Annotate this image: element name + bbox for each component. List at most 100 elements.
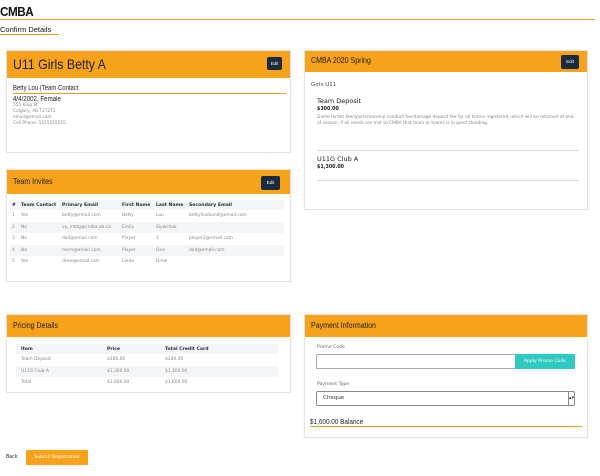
table-cell: Drew — [156, 259, 168, 265]
table-cell: Player — [120, 244, 154, 256]
table-cell: One — [154, 244, 187, 256]
table-cell — [187, 221, 284, 233]
season-card-header: CMBA 2020 Spring Edit — [305, 51, 587, 72]
table-row: Team Deposit $300.00 $300.00 — [16, 354, 278, 366]
table-cell: Yes — [21, 259, 29, 265]
table-cell: No — [21, 236, 27, 242]
program-name: Girls U11 — [311, 82, 337, 88]
column-header: Team Contact — [19, 200, 60, 210]
table-cell: 1 — [12, 213, 15, 219]
submit-registration-button[interactable]: Submit Registration — [26, 450, 88, 465]
item-price: $300.00 — [317, 107, 339, 112]
item-name: Team Deposit — [317, 97, 362, 105]
table-row: 1 Yes betty@email.com Betty Lou bettyhus… — [10, 210, 284, 222]
table-cell: Yes — [21, 213, 29, 219]
pricing-card-header: Pricing Details — [7, 315, 290, 337]
team-card-header: U11 Girls Betty A Edit — [7, 51, 290, 78]
brand-logo-text: CMBA — [0, 4, 34, 19]
season-title: CMBA 2020 Spring — [311, 56, 371, 65]
table-cell: $300.00 — [107, 357, 126, 363]
table-row: 5 Yes drew@email.com Linda Drew — [10, 256, 284, 268]
edit-team-button[interactable]: Edit — [267, 57, 282, 70]
table-cell: betty@email.com — [62, 213, 101, 219]
table-cell: 3 — [12, 236, 15, 242]
table-cell: Lou — [156, 213, 164, 219]
table-cell: No — [19, 244, 60, 256]
table-cell — [187, 256, 284, 268]
table-cell: U11G Club A — [16, 365, 105, 377]
item-description: Game forfeit fee/sportsmanship conduct f… — [317, 115, 574, 126]
table-cell: 5 — [12, 259, 15, 265]
balance-total: $1,600.00 Balance — [310, 417, 364, 426]
payment-type-select[interactable]: Cheque ▴▾ — [316, 391, 575, 406]
promo-code-input[interactable] — [316, 354, 519, 369]
column-header: Secondary Email — [187, 200, 284, 210]
table-cell: Betty — [122, 213, 134, 219]
promo-code-label: Promo Code — [317, 345, 345, 350]
table-cell: 4 — [10, 244, 19, 256]
item-divider — [317, 180, 579, 181]
item-divider — [317, 150, 579, 151]
table-row: 4 No mom@email.com Player One dad@email.… — [10, 244, 284, 256]
table-cell: player3@email.com — [189, 236, 233, 242]
team-invites-header: Team Invites Edit — [7, 170, 290, 194]
table-cell: dad@email.com — [187, 244, 284, 256]
column-header: First Name — [120, 200, 154, 210]
column-header: # — [10, 200, 19, 210]
table-cell: bettyhusband@email.com — [189, 213, 247, 219]
table-cell: $1,300.00 — [105, 365, 163, 377]
table-row: 3 No dad@email.com Player 3 player3@emai… — [10, 233, 284, 245]
balance-underline — [310, 426, 582, 427]
table-cell: Player — [122, 236, 136, 242]
table-cell: 3 — [156, 236, 159, 242]
table-row: 2 No vp_mktg@cmba.ab.ca Emily Slywchuk — [10, 221, 284, 233]
table-cell: No — [19, 221, 60, 233]
edit-invites-button[interactable]: Edit — [261, 176, 280, 190]
column-header: Price — [105, 344, 163, 354]
invites-table: # Team Contact Primary Email First Name … — [10, 200, 284, 268]
payment-type-label: Payment Type — [317, 382, 350, 387]
table-row: U11G Club A $1,300.00 $1,300.00 — [16, 365, 278, 377]
table-row: Total $1,600.00 $1,600.00 — [16, 377, 278, 389]
payment-title: Payment Information — [311, 321, 376, 330]
header-divider — [0, 19, 595, 20]
table-cell: Team Deposit — [21, 357, 51, 363]
season-card: CMBA 2020 Spring Edit Girls U11 Team Dep… — [304, 50, 588, 210]
team-card: U11 Girls Betty A Edit Betty Lou (Team C… — [6, 50, 291, 153]
contact-divider — [13, 93, 286, 94]
table-cell: $1,600.00 — [107, 380, 130, 386]
column-header: Total Credit Card — [163, 344, 278, 354]
back-link[interactable]: Back — [6, 455, 18, 460]
contact-name: Betty Lou (Team Contact — [13, 85, 79, 92]
table-cell: Slywchuk — [154, 221, 187, 233]
table-cell: dad@email.com — [62, 236, 98, 242]
table-cell: Total — [21, 380, 32, 386]
table-cell: Linda — [122, 259, 134, 265]
contact-phone: Cell Phone: 5555555555 — [13, 121, 66, 126]
edit-season-button[interactable]: Edit — [561, 55, 579, 69]
table-cell: vp_mktg@cmba.ab.ca — [60, 221, 120, 233]
column-header: Primary Email — [60, 200, 120, 210]
title-underline — [0, 34, 59, 35]
season-item: U11G Club A $1,300.00 — [317, 155, 579, 170]
table-cell: $300.00 — [165, 357, 184, 363]
payment-type-value: Cheque — [323, 395, 345, 401]
table-cell: drew@email.com — [62, 259, 101, 265]
apply-promo-code-button[interactable]: Apply Promo Code — [515, 354, 575, 369]
table-cell: 2 — [10, 221, 19, 233]
payment-card-header: Payment Information — [305, 315, 587, 337]
table-header-row: Item Price Total Credit Card — [16, 344, 278, 354]
contact-dob: 4/4/2002, Female — [13, 96, 61, 103]
team-invites-title: Team Invites — [13, 177, 53, 186]
page-title: Confirm Details — [0, 25, 52, 34]
team-title: U11 Girls Betty A — [13, 56, 106, 72]
table-cell: mom@email.com — [60, 244, 120, 256]
table-cell: Emily — [120, 221, 154, 233]
item-name: U11G Club A — [317, 155, 359, 163]
season-item: Team Deposit $300.00 Game forfeit fee/sp… — [317, 97, 579, 127]
team-contact: Betty Lou (Team Contact 4/4/2002, Female… — [13, 85, 286, 127]
pricing-title: Pricing Details — [13, 321, 59, 330]
chevron-updown-icon: ▴▾ — [568, 392, 574, 405]
table-cell: $1,300.00 — [163, 365, 278, 377]
pricing-table: Item Price Total Credit Card Team Deposi… — [16, 344, 278, 389]
